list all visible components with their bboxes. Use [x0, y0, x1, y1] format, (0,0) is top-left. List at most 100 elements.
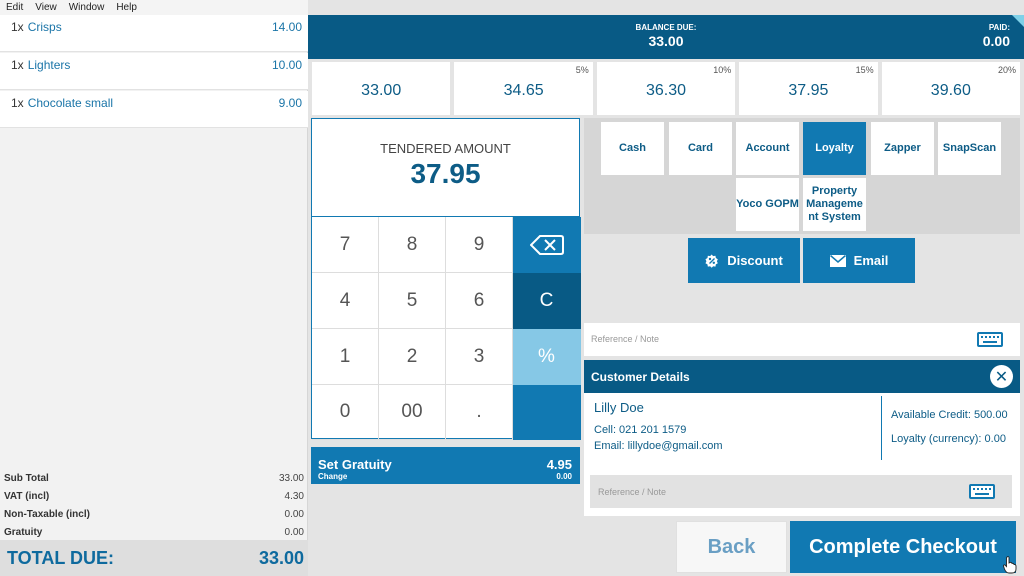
gratuity-change-value: 0.00	[556, 472, 572, 481]
reference-placeholder: Reference / Note	[591, 334, 660, 344]
key-00[interactable]: 00	[379, 385, 446, 440]
key-5[interactable]: 5	[379, 273, 446, 329]
customer-details-header: Customer Details ✕	[584, 360, 1020, 393]
method-yoco[interactable]: Yoco GOPM	[736, 178, 799, 231]
balance-due-label: BALANCE DUE:	[635, 23, 697, 32]
item-name: Lighters	[27, 58, 71, 72]
method-card[interactable]: Card	[669, 122, 732, 175]
amount-value: 37.95	[788, 82, 829, 99]
item-price: 10.00	[271, 58, 302, 72]
item-name: Chocolate small	[27, 96, 114, 110]
reference-note-field[interactable]: Reference / Note	[584, 323, 1020, 356]
amount-option[interactable]: 15% 37.95	[739, 62, 878, 115]
amount-value: 36.30	[645, 82, 687, 99]
payment-methods: Cash Card Account Loyalty Zapper SnapSca…	[584, 118, 1020, 234]
item-price: 14.00	[271, 20, 302, 34]
nontax-value: 0.00	[284, 508, 304, 520]
totals-summary: Sub Total 33.00 VAT (incl) 4.30 Non-Taxabl…	[0, 469, 308, 541]
customer-loyalty: Loyalty (currency): 0.00	[891, 433, 1006, 445]
order-panel: 1x Crisps 14.00 1x Lighters 10.00 1x Chocol…	[0, 15, 308, 576]
discount-icon	[705, 253, 719, 268]
paid-label: PAID:	[988, 23, 1010, 32]
key-6[interactable]: 6	[446, 273, 513, 329]
method-zapper[interactable]: Zapper	[871, 122, 934, 175]
menu-window[interactable]: Window	[69, 2, 105, 13]
customer-reference-placeholder: Reference / Note	[598, 487, 667, 497]
email-label: Email	[853, 253, 889, 268]
close-icon[interactable]: ✕	[990, 365, 1013, 388]
amount-value: 34.65	[503, 82, 544, 99]
amount-pct: 15%	[855, 65, 874, 75]
gratuity-button-label: Set Gratuity	[318, 457, 392, 472]
amount-pct: 10%	[713, 65, 732, 75]
discount-button[interactable]: Discount	[688, 238, 800, 283]
amount-option[interactable]: 20% 39.60	[881, 62, 1021, 115]
menu-help[interactable]: Help	[116, 2, 137, 13]
paid-value: 0.00	[982, 33, 1010, 49]
email-button[interactable]: Email	[803, 238, 915, 283]
method-loyalty[interactable]: Loyalty	[803, 122, 866, 175]
subtotal-value: 33.00	[278, 472, 304, 484]
nontax-label: Non-Taxable (incl)	[4, 508, 90, 520]
order-item[interactable]: 1x Chocolate small 9.00	[0, 91, 308, 128]
customer-reference-field[interactable]: Reference / Note	[590, 475, 1012, 508]
corner-indicator-icon	[1012, 15, 1024, 27]
keyboard-icon[interactable]	[977, 332, 1003, 347]
keyboard-icon[interactable]	[969, 484, 995, 499]
gratuity-change-label: Change	[318, 472, 348, 481]
amount-option[interactable]: 33.00	[312, 62, 451, 115]
backspace-icon	[529, 234, 564, 255]
key-4[interactable]: 4	[312, 273, 379, 329]
item-qty: 1x	[11, 58, 24, 72]
amount-value: 33.00	[361, 82, 402, 99]
key-dot[interactable]: .	[446, 385, 513, 440]
divider	[881, 396, 882, 460]
method-account[interactable]: Account	[736, 122, 799, 175]
menu-view[interactable]: View	[35, 2, 57, 13]
customer-email: Email: lillydoe@gmail.com	[594, 440, 723, 452]
tendered-display: TENDERED AMOUNT 37.95	[311, 118, 580, 216]
total-due: TOTAL DUE: 33.00	[0, 540, 308, 576]
key-8[interactable]: 8	[379, 217, 446, 273]
back-button[interactable]: Back	[676, 521, 787, 573]
hand-cursor-icon	[1003, 556, 1017, 574]
subtotal-label: Sub Total	[4, 472, 49, 484]
customer-credit: Available Credit: 500.00	[891, 409, 1008, 421]
set-gratuity-button[interactable]: Set Gratuity Change 4.95 0.00	[311, 447, 580, 484]
customer-name: Lilly Doe	[594, 400, 644, 415]
key-3[interactable]: 3	[446, 329, 513, 385]
item-name: Crisps	[27, 20, 62, 34]
menu-edit[interactable]: Edit	[6, 2, 23, 13]
gratuity-label: Gratuity	[4, 526, 43, 538]
clear-button[interactable]: C	[513, 273, 581, 329]
amount-value: 39.60	[930, 82, 971, 99]
tendered-label: TENDERED AMOUNT	[380, 141, 511, 156]
enter-key[interactable]	[513, 385, 581, 440]
percent-button[interactable]: %	[513, 329, 581, 385]
key-9[interactable]: 9	[446, 217, 513, 273]
amount-options: 33.00 5% 34.65 10% 36.30 15% 37.95 20% 39.60	[312, 62, 1021, 115]
amount-option[interactable]: 10% 36.30	[596, 62, 736, 115]
key-0[interactable]: 0	[312, 385, 379, 440]
method-snapscan[interactable]: SnapScan	[938, 122, 1001, 175]
tendered-value: 37.95	[410, 158, 481, 189]
keypad: 7 8 9 4 5 6 C 1 2 3 % 0 00 .	[311, 216, 581, 440]
key-1[interactable]: 1	[312, 329, 379, 385]
envelope-icon	[829, 254, 846, 267]
method-cash[interactable]: Cash	[601, 122, 664, 175]
method-property-management[interactable]: Property Manageme nt System	[803, 178, 866, 231]
customer-details-title: Customer Details	[591, 370, 690, 384]
item-qty: 1x	[11, 96, 24, 110]
order-item[interactable]: 1x Crisps 14.00	[0, 15, 308, 52]
key-7[interactable]: 7	[312, 217, 379, 273]
amount-option[interactable]: 5% 34.65	[454, 62, 593, 115]
complete-checkout-button[interactable]: Complete Checkout	[790, 521, 1016, 573]
amount-pct: 20%	[998, 65, 1017, 75]
vat-value: 4.30	[284, 490, 304, 502]
backspace-button[interactable]	[513, 217, 581, 273]
key-2[interactable]: 2	[379, 329, 446, 385]
discount-label: Discount	[727, 253, 783, 268]
order-item[interactable]: 1x Lighters 10.00	[0, 53, 308, 90]
total-due-label: TOTAL DUE:	[7, 547, 114, 568]
gratuity-value: 0.00	[284, 526, 304, 538]
